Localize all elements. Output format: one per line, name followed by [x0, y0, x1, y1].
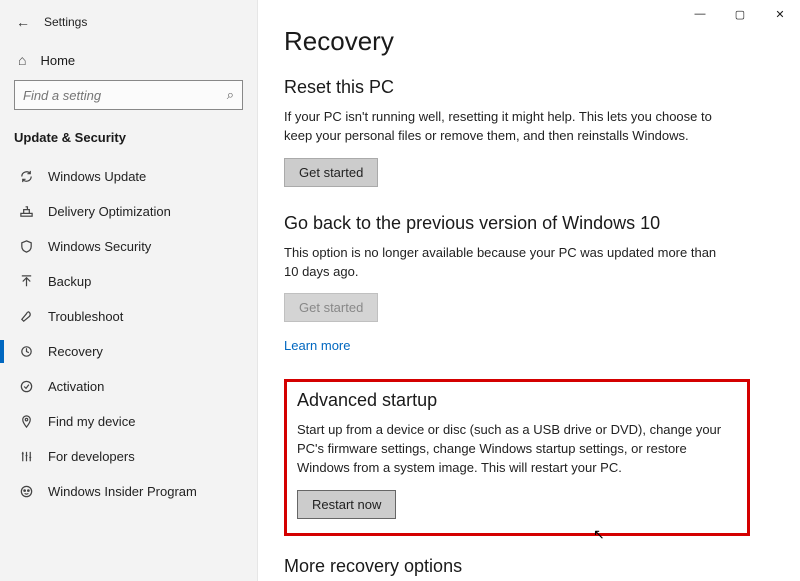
learn-more-link[interactable]: Learn more [284, 338, 350, 353]
search-field[interactable] [23, 88, 221, 103]
refresh-icon [18, 169, 34, 184]
shield-icon [18, 239, 34, 254]
section-title: Go back to the previous version of Windo… [284, 213, 770, 234]
section-body: This option is no longer available becau… [284, 244, 724, 282]
sidebar-item-label: Windows Insider Program [48, 484, 197, 499]
sidebar-item-label: Delivery Optimization [48, 204, 171, 219]
sidebar-item-activation[interactable]: Activation [0, 369, 257, 404]
delivery-icon [18, 204, 34, 219]
back-button[interactable]: ← [16, 14, 30, 30]
home-icon: ⌂ [18, 52, 26, 68]
sidebar-item-recovery[interactable]: Recovery [0, 334, 257, 369]
section-title: Reset this PC [284, 77, 770, 98]
sidebar-item-label: Activation [48, 379, 104, 394]
sidebar-item-label: Troubleshoot [48, 309, 123, 324]
recovery-icon [18, 344, 34, 359]
developer-icon [18, 449, 34, 464]
section-advanced-startup: Advanced startup Start up from a device … [297, 390, 737, 519]
sidebar-item-windows-update[interactable]: Windows Update [0, 159, 257, 194]
sidebar-item-for-developers[interactable]: For developers [0, 439, 257, 474]
sidebar-item-label: Windows Update [48, 169, 146, 184]
highlight-box: Advanced startup Start up from a device … [284, 379, 750, 536]
home-label: Home [40, 53, 75, 68]
sidebar-item-label: For developers [48, 449, 135, 464]
search-input[interactable]: ⌕ [14, 80, 243, 110]
section-title: Update & Security [0, 124, 257, 159]
content-area: Recovery Reset this PC If your PC isn't … [258, 0, 800, 581]
section-go-back: Go back to the previous version of Windo… [284, 213, 770, 354]
section-reset-this-pc: Reset this PC If your PC isn't running w… [284, 77, 770, 187]
check-circle-icon [18, 379, 34, 394]
sidebar-item-label: Backup [48, 274, 91, 289]
wrench-icon [18, 309, 34, 324]
location-icon [18, 414, 34, 429]
sidebar-item-label: Recovery [48, 344, 103, 359]
sidebar-item-windows-insider[interactable]: Windows Insider Program [0, 474, 257, 509]
sidebar-item-windows-security[interactable]: Windows Security [0, 229, 257, 264]
app-title: Settings [44, 15, 87, 29]
sidebar-item-label: Find my device [48, 414, 135, 429]
goback-get-started-button: Get started [284, 293, 378, 322]
restart-now-button[interactable]: Restart now [297, 490, 396, 519]
backup-icon [18, 274, 34, 289]
section-body: Start up from a device or disc (such as … [297, 421, 737, 478]
section-body: If your PC isn't running well, resetting… [284, 108, 724, 146]
sidebar-item-troubleshoot[interactable]: Troubleshoot [0, 299, 257, 334]
search-icon: ⌕ [227, 87, 234, 103]
page-title: Recovery [284, 26, 770, 57]
sidebar-item-backup[interactable]: Backup [0, 264, 257, 299]
reset-get-started-button[interactable]: Get started [284, 158, 378, 187]
insider-icon [18, 484, 34, 499]
sidebar-item-find-my-device[interactable]: Find my device [0, 404, 257, 439]
home-nav[interactable]: ⌂ Home [0, 44, 257, 80]
sidebar-item-label: Windows Security [48, 239, 151, 254]
sidebar: ← Settings ⌂ Home ⌕ Update & Security Wi… [0, 0, 258, 581]
sidebar-item-delivery-optimization[interactable]: Delivery Optimization [0, 194, 257, 229]
section-title: Advanced startup [297, 390, 737, 411]
more-recovery-options-heading: More recovery options [284, 556, 770, 577]
